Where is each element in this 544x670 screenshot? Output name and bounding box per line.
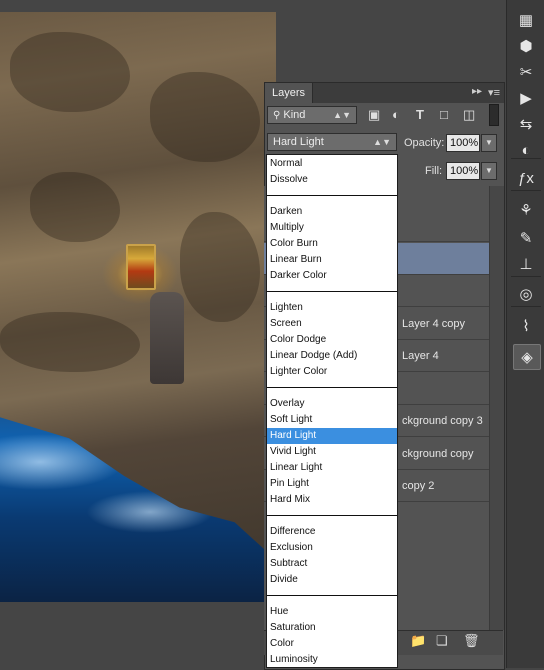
- layer-name: Layer 4: [402, 350, 439, 362]
- swap-icon[interactable]: ⇆: [513, 112, 539, 136]
- blend-mode-option[interactable]: Linear Burn: [267, 252, 397, 268]
- cliff-texture: [30, 172, 120, 242]
- tools-panel-icon[interactable]: ✂: [513, 60, 539, 84]
- grid-panel-icon[interactable]: ▦: [513, 8, 539, 32]
- menu-separator: [267, 515, 397, 516]
- filter-toggle[interactable]: [489, 104, 499, 126]
- blend-mode-value: Hard Light: [273, 136, 324, 148]
- double-chevron-right-icon[interactable]: ▸▸: [472, 86, 482, 97]
- fill-input[interactable]: 100%: [446, 162, 480, 180]
- lantern: [126, 244, 156, 290]
- blend-mode-option[interactable]: Hard Light: [267, 428, 397, 444]
- blend-mode-menu: Normal Dissolve Darken Multiply Color Burn Li…: [266, 154, 398, 668]
- blend-mode-option[interactable]: Luminosity: [267, 652, 397, 668]
- menu-separator: [267, 387, 397, 388]
- menu-separator: [267, 195, 397, 196]
- blend-mode-option[interactable]: Linear Dodge (Add): [267, 348, 397, 364]
- stamp-icon[interactable]: ⊥: [513, 252, 539, 276]
- strip-divider: [511, 190, 541, 191]
- layer-name: ckground copy: [402, 447, 474, 460]
- fill-dropdown-button[interactable]: ▼: [481, 162, 497, 180]
- blend-mode-option[interactable]: Overlay: [267, 396, 397, 412]
- adjustment-filter-icon[interactable]: ◐: [392, 107, 400, 122]
- cliff-texture: [180, 212, 260, 322]
- smart-object-filter-icon[interactable]: ◫: [463, 107, 475, 123]
- panel-dock-strip: ▦ ⬢ ✂ ▶ ⇆ ◐ ƒx ⚘ ✎ ⊥ ◎ ⌇ ◈: [506, 0, 544, 668]
- tab-layers[interactable]: Layers: [265, 83, 314, 103]
- blend-mode-option[interactable]: Hue: [267, 604, 397, 620]
- strip-divider: [511, 158, 541, 159]
- sea-waves: [0, 417, 276, 602]
- type-filter-icon[interactable]: T: [416, 107, 424, 122]
- menu-separator: [267, 291, 397, 292]
- blend-mode-option[interactable]: Pin Light: [267, 476, 397, 492]
- strip-divider: [511, 276, 541, 277]
- opacity-input[interactable]: 100%: [446, 134, 480, 152]
- lantern-post: [150, 292, 184, 384]
- filter-kind-select[interactable]: ⚲ Kind ▲▼: [267, 106, 357, 124]
- layer-name: Layer 4 copy: [402, 317, 465, 330]
- blend-mode-option[interactable]: Color: [267, 636, 397, 652]
- brush-presets-icon[interactable]: ⚘: [513, 198, 539, 222]
- panel-menu-icon[interactable]: ▾≡: [488, 86, 500, 99]
- play-actions-icon[interactable]: ▶: [513, 86, 539, 110]
- filter-kind-value: Kind: [283, 109, 306, 121]
- blend-mode-option[interactable]: Subtract: [267, 556, 397, 572]
- new-group-icon[interactable]: 📁: [410, 633, 426, 649]
- blend-mode-option[interactable]: Linear Light: [267, 460, 397, 476]
- fill-label: Fill:: [425, 165, 443, 177]
- blend-mode-option[interactable]: Lighten: [267, 300, 397, 316]
- blend-mode-option[interactable]: Exclusion: [267, 540, 397, 556]
- blend-mode-option[interactable]: Darken: [267, 204, 397, 220]
- fx-icon[interactable]: ƒx: [513, 166, 539, 190]
- cliff-texture: [0, 312, 140, 372]
- chevron-updown-icon: ▲▼: [333, 110, 351, 120]
- chevron-updown-icon: ▲▼: [373, 137, 391, 147]
- new-layer-icon[interactable]: ❏: [436, 633, 448, 649]
- blend-mode-option[interactable]: Divide: [267, 572, 397, 588]
- blend-mode-option[interactable]: Normal: [267, 156, 397, 172]
- blend-mode-option[interactable]: Lighter Color: [267, 364, 397, 380]
- shape-filter-icon[interactable]: □: [440, 107, 448, 122]
- brush-tool-icon[interactable]: ✎: [513, 226, 539, 250]
- menu-separator: [267, 595, 397, 596]
- search-icon: ⚲: [273, 110, 281, 121]
- cube-panel-icon[interactable]: ⬢: [513, 34, 539, 58]
- document-canvas[interactable]: [0, 12, 276, 602]
- strip-divider: [511, 306, 541, 307]
- delete-layer-icon[interactable]: 🗑: [463, 633, 480, 649]
- opacity-dropdown-button[interactable]: ▼: [481, 134, 497, 152]
- blend-mode-option[interactable]: Color Dodge: [267, 332, 397, 348]
- opacity-label: Opacity:: [404, 137, 445, 149]
- layer-name: ckground copy 3: [402, 415, 483, 427]
- blend-mode-option[interactable]: Color Burn: [267, 236, 397, 252]
- blend-mode-option[interactable]: Hard Mix: [267, 492, 397, 508]
- cliff-texture: [10, 32, 130, 112]
- channels-icon[interactable]: ◎: [513, 282, 539, 306]
- cliff-texture: [150, 72, 260, 162]
- blend-mode-option[interactable]: Screen: [267, 316, 397, 332]
- blend-mode-option[interactable]: Difference: [267, 524, 397, 540]
- blend-mode-option[interactable]: Darker Color: [267, 268, 397, 284]
- blend-mode-select[interactable]: Hard Light ▲▼: [267, 133, 397, 151]
- blend-mode-option[interactable]: Soft Light: [267, 412, 397, 428]
- layer-name: copy 2: [402, 480, 435, 492]
- blend-mode-option[interactable]: Dissolve: [267, 172, 397, 188]
- blend-mode-option[interactable]: Multiply: [267, 220, 397, 236]
- image-filter-icon[interactable]: ▣: [368, 107, 380, 123]
- blend-mode-option[interactable]: Vivid Light: [267, 444, 397, 460]
- layer-list-scrollbar[interactable]: [489, 186, 504, 630]
- paths-icon[interactable]: ⌇: [513, 314, 539, 338]
- layers-icon[interactable]: ◈: [513, 344, 541, 370]
- blend-mode-option[interactable]: Saturation: [267, 620, 397, 636]
